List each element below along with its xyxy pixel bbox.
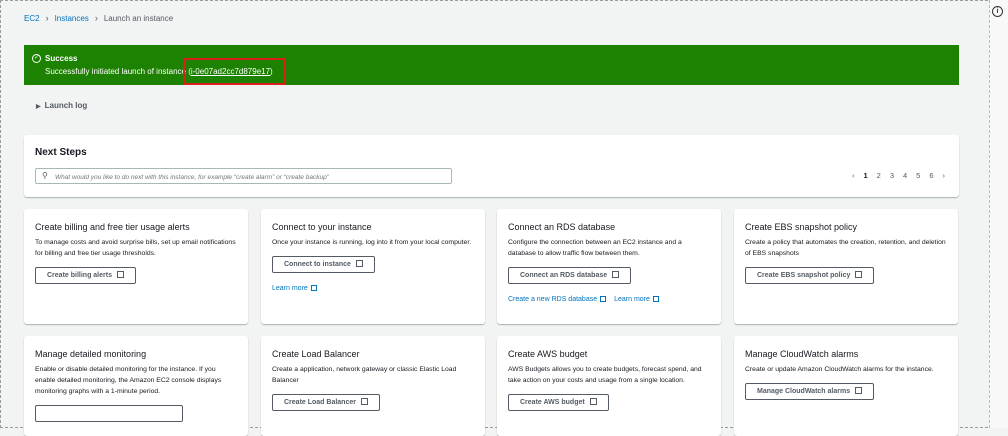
card-description: AWS Budgets allows you to create budgets… — [508, 366, 702, 384]
card-cloudwatch-alarms: Manage CloudWatch alarms Create or updat… — [734, 336, 958, 436]
button-label: Create Load Balancer — [284, 399, 356, 406]
launch-log-toggle[interactable]: ▶ Launch log — [36, 101, 87, 110]
page-next-icon[interactable]: › — [943, 171, 946, 180]
page-1[interactable]: 1 — [863, 171, 867, 180]
link-label: Learn more — [614, 296, 650, 303]
page-prev-icon[interactable]: ‹ — [852, 171, 855, 180]
create-aws-budget-button[interactable]: Create AWS budget — [508, 394, 609, 411]
card-connect-instance: Connect to your instance Once your insta… — [261, 209, 485, 324]
button-label: Create EBS snapshot policy — [757, 272, 851, 279]
manage-cloudwatch-alarms-button[interactable]: Manage CloudWatch alarms — [745, 383, 875, 400]
external-link-icon — [360, 398, 368, 405]
success-message-prefix: Successfully initiated launch of instanc… — [45, 67, 191, 76]
learn-more-link[interactable]: Learn more — [272, 284, 317, 292]
card-description: Once your instance is running, log into … — [272, 239, 472, 246]
breadcrumb-current: Launch an instance — [103, 13, 174, 23]
search-icon: ⚲ — [42, 171, 48, 180]
external-link-icon — [612, 271, 620, 278]
card-connect-rds: Connect an RDS database Configure the co… — [497, 209, 721, 324]
card-description: Configure the connection between an EC2 … — [508, 239, 682, 257]
card-title: Create EBS snapshot policy — [745, 222, 858, 232]
breadcrumb: EC2 › Instances › Launch an instance — [24, 13, 173, 23]
card-billing-alerts: Create billing and free tier usage alert… — [24, 209, 248, 324]
card-load-balancer: Create Load Balancer Create a applicatio… — [261, 336, 485, 436]
button-label: Connect an RDS database — [520, 272, 608, 279]
pagination: ‹ 1 2 3 4 5 6 › — [852, 171, 945, 180]
button-label: Create billing alerts — [47, 272, 112, 279]
card-ebs-snapshot: Create EBS snapshot policy Create a poli… — [734, 209, 958, 324]
button-label: Manage CloudWatch alarms — [757, 388, 851, 395]
learn-more-link[interactable]: Learn more — [614, 295, 659, 303]
external-link-icon — [652, 296, 659, 302]
card-title: Create AWS budget — [508, 349, 588, 359]
external-link-icon — [355, 260, 363, 267]
chevron-right-icon: › — [94, 13, 98, 23]
next-steps-search: ⚲ — [35, 168, 452, 184]
connect-to-instance-button[interactable]: Connect to instance — [272, 256, 375, 273]
search-input[interactable] — [53, 170, 452, 184]
card-title: Create Load Balancer — [272, 349, 360, 359]
external-link-icon — [855, 271, 863, 278]
connect-rds-button[interactable]: Connect an RDS database — [508, 267, 632, 284]
link-label: Create a new RDS database — [508, 296, 598, 303]
create-ebs-policy-button[interactable]: Create EBS snapshot policy — [745, 267, 875, 284]
external-link-icon — [310, 285, 317, 291]
breadcrumb-instances[interactable]: Instances — [55, 14, 89, 23]
highlight-box — [183, 58, 285, 85]
success-check-icon: ✓ — [32, 54, 41, 63]
page-3[interactable]: 3 — [890, 171, 894, 180]
page-2[interactable]: 2 — [877, 171, 881, 180]
next-steps-panel: Next Steps ⚲ ‹ 1 2 3 4 5 6 › — [24, 135, 959, 197]
page-4[interactable]: 4 — [903, 171, 907, 180]
next-steps-title: Next Steps — [35, 147, 87, 158]
create-billing-alerts-button[interactable]: Create billing alerts — [35, 267, 136, 284]
caret-right-icon: ▶ — [36, 104, 41, 110]
create-load-balancer-button[interactable]: Create Load Balancer — [272, 394, 380, 411]
external-link-icon — [600, 296, 607, 302]
card-description: Create or update Amazon CloudWatch alarm… — [745, 366, 934, 373]
card-links: Learn more — [272, 284, 474, 292]
success-banner: ✓ Success Successfully initiated launch … — [24, 45, 959, 85]
launch-log-label: Launch log — [44, 101, 88, 110]
external-link-icon — [589, 398, 597, 405]
card-description: Create a policy that automates the creat… — [745, 239, 946, 257]
card-description: To manage costs and avoid surprise bills… — [35, 239, 236, 257]
card-description: Enable or disable detailed monitoring fo… — [35, 366, 222, 395]
link-label: Learn more — [272, 285, 308, 292]
page-6[interactable]: 6 — [929, 171, 933, 180]
manage-monitoring-button[interactable] — [35, 405, 183, 422]
card-title: Connect to your instance — [272, 222, 372, 232]
external-link-icon — [855, 387, 863, 394]
card-title: Connect an RDS database — [508, 222, 616, 232]
success-title: Success — [45, 54, 78, 63]
chevron-right-icon: › — [45, 13, 49, 23]
button-label: Create AWS budget — [520, 399, 585, 406]
breadcrumb-ec2[interactable]: EC2 — [24, 14, 40, 23]
external-link-icon — [116, 271, 124, 278]
button-label: Connect to instance — [284, 261, 351, 268]
card-description: Create a application, network gateway or… — [272, 366, 457, 384]
page-5[interactable]: 5 — [916, 171, 920, 180]
card-title: Create billing and free tier usage alert… — [35, 222, 190, 232]
card-links: Create a new RDS database Learn more — [508, 295, 710, 303]
info-icon[interactable]: i — [992, 6, 1003, 17]
right-panel: i — [989, 0, 1008, 428]
card-detailed-monitoring: Manage detailed monitoring Enable or dis… — [24, 336, 248, 436]
create-rds-link[interactable]: Create a new RDS database — [508, 295, 607, 303]
card-aws-budget: Create AWS budget AWS Budgets allows you… — [497, 336, 721, 436]
card-title: Manage detailed monitoring — [35, 349, 147, 359]
card-title: Manage CloudWatch alarms — [745, 349, 859, 359]
